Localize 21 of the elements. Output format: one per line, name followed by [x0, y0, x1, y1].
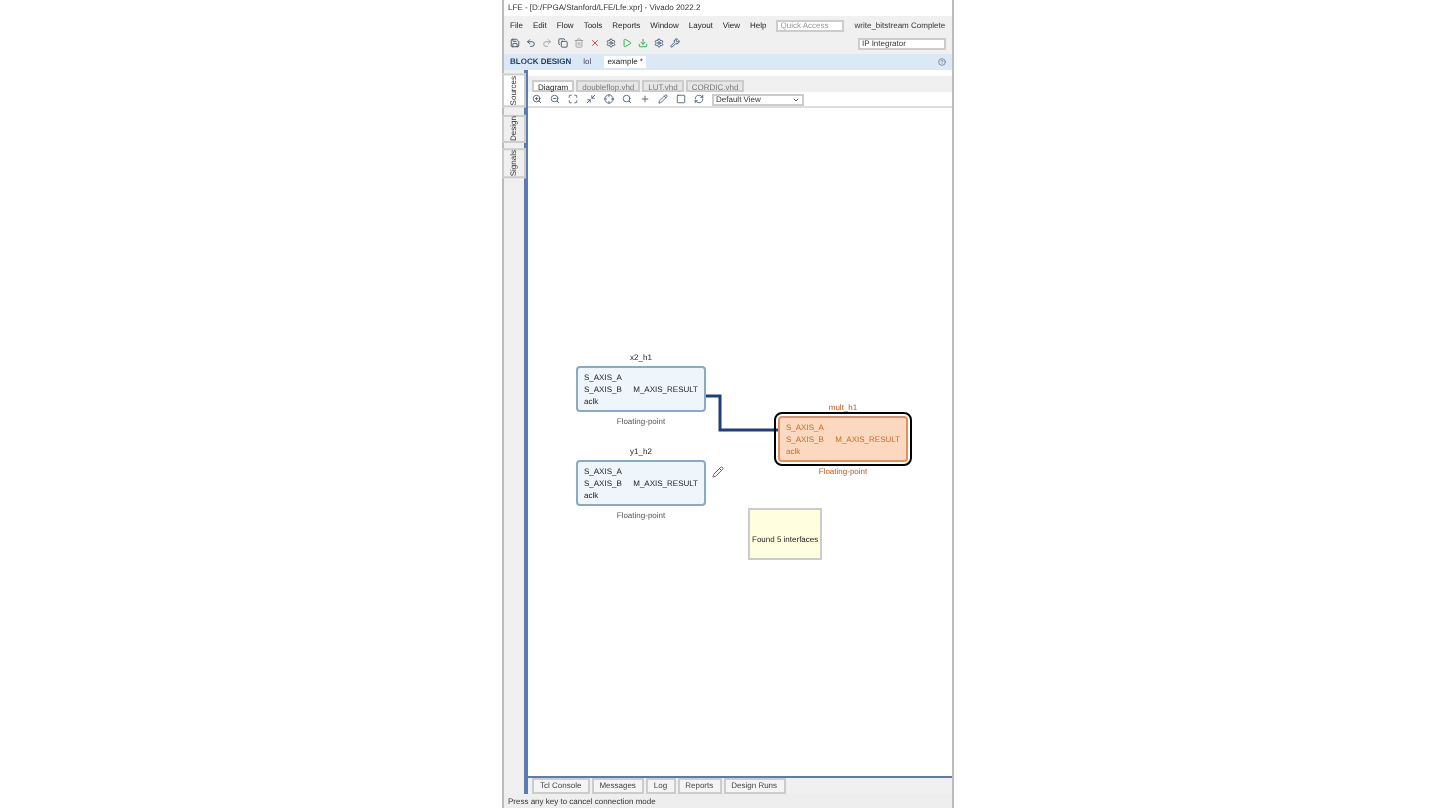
settings-icon[interactable]	[654, 38, 664, 48]
undo-icon[interactable]	[526, 38, 536, 48]
pencil-icon[interactable]	[658, 94, 668, 104]
zoom-out-icon[interactable]	[550, 94, 560, 104]
wrench-icon[interactable]	[670, 38, 680, 48]
delete-icon[interactable]	[574, 38, 584, 48]
help-icon[interactable]	[938, 58, 946, 66]
copy-icon[interactable]	[558, 38, 568, 48]
pencil-icon	[712, 466, 724, 478]
save-icon[interactable]	[510, 38, 520, 48]
zoom-in-icon[interactable]	[532, 94, 542, 104]
settings-icon[interactable]	[606, 38, 616, 48]
run-icon[interactable]	[622, 38, 632, 48]
add-icon[interactable]	[640, 94, 650, 104]
search-icon[interactable]	[622, 94, 632, 104]
crosshair-icon[interactable]	[604, 94, 614, 104]
refresh-icon[interactable]	[694, 94, 704, 104]
download-icon[interactable]	[638, 38, 648, 48]
fit-icon[interactable]	[568, 94, 578, 104]
minimize-icon[interactable]	[586, 94, 596, 104]
square-icon[interactable]	[676, 94, 686, 104]
